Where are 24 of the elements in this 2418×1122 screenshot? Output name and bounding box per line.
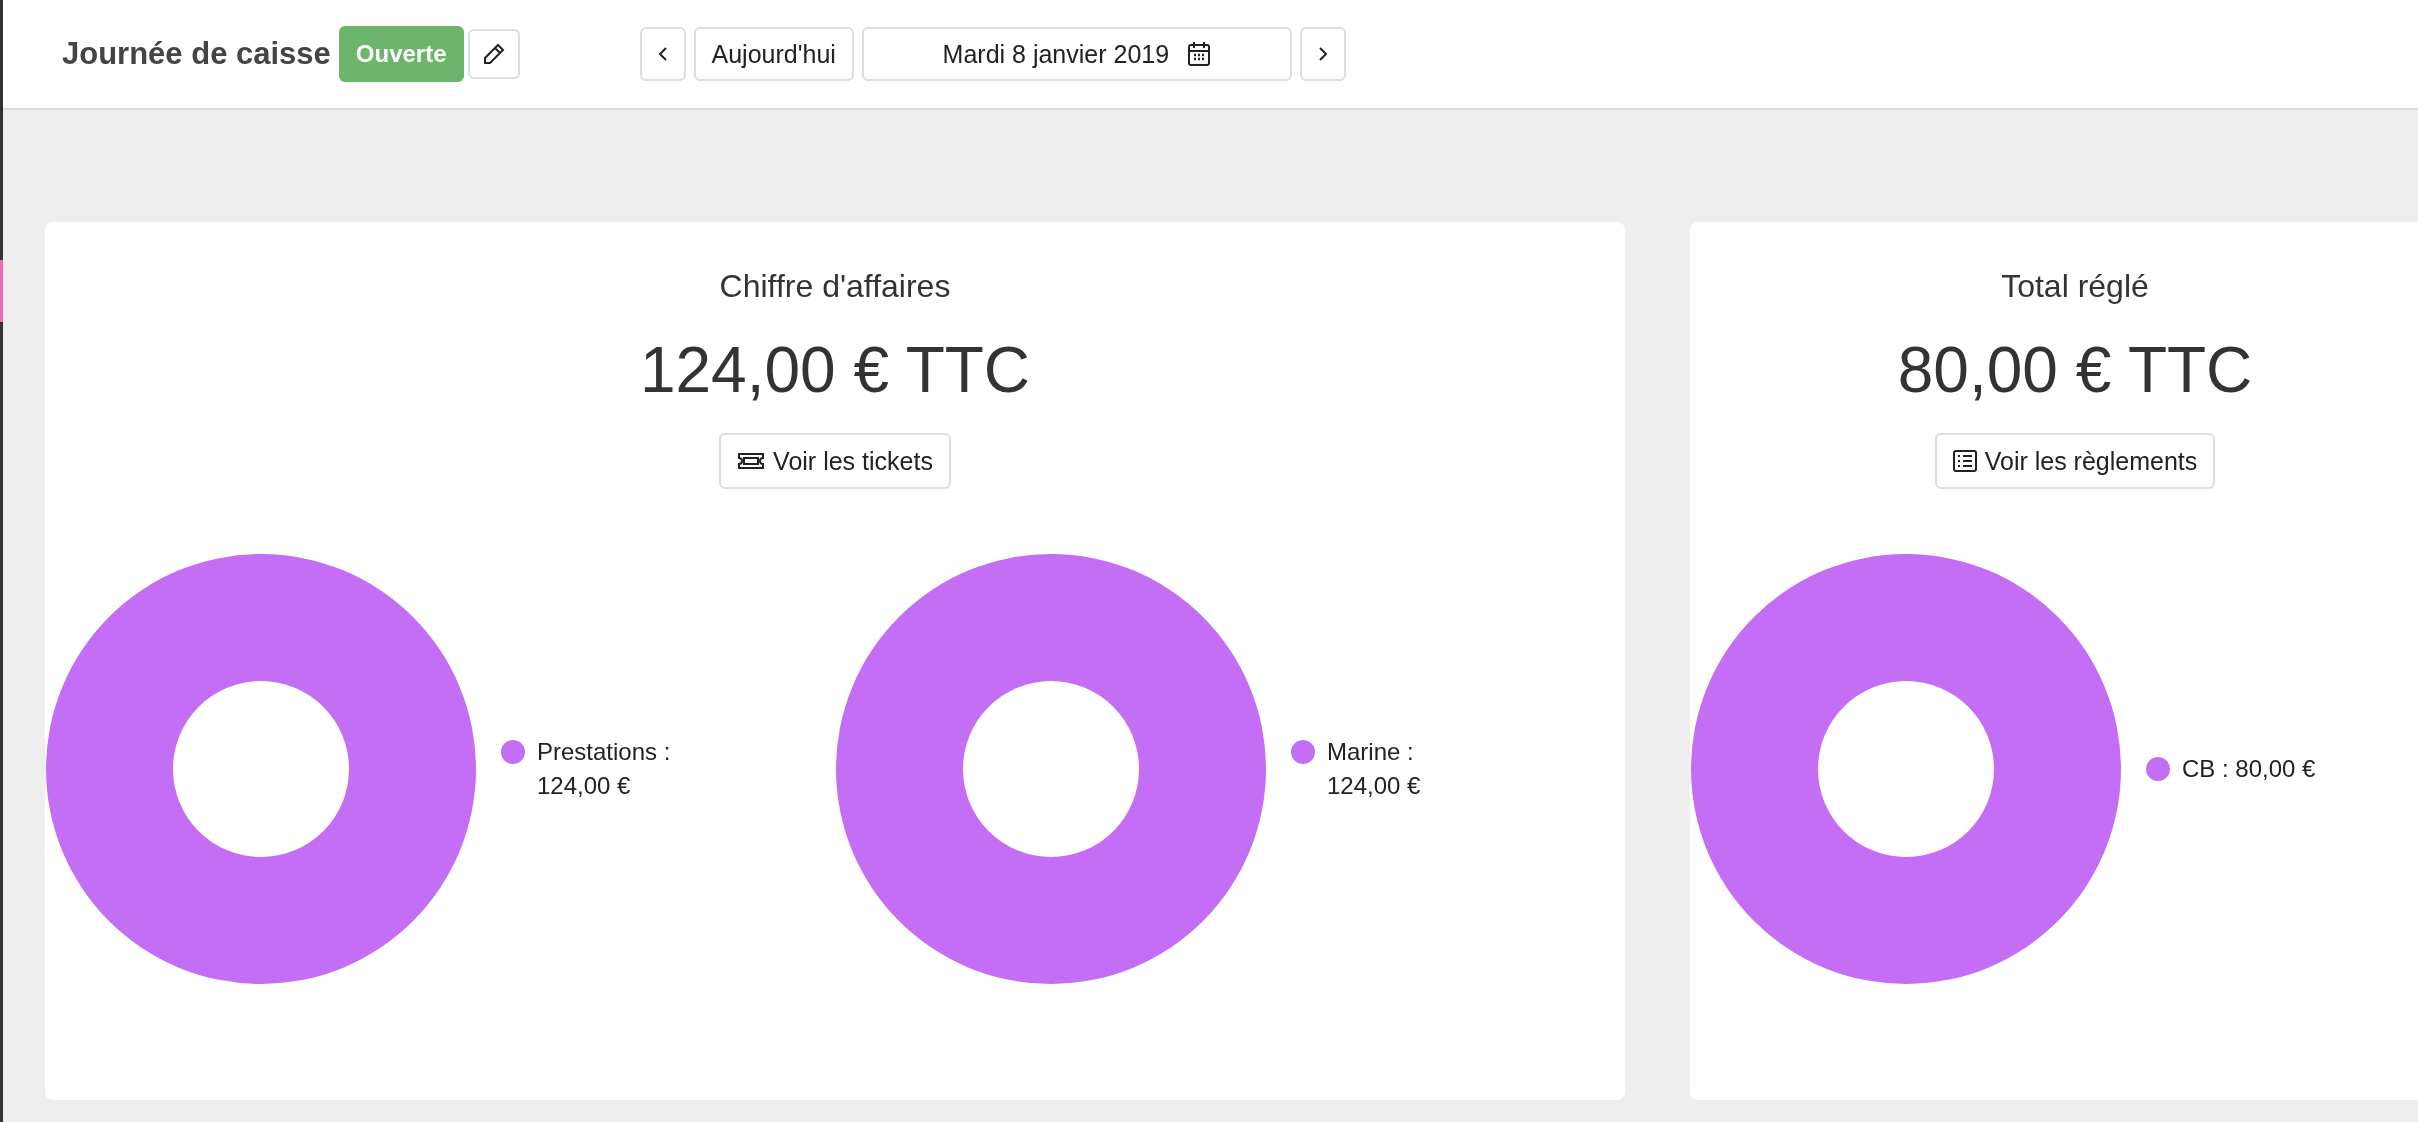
calendar-icon [1187,41,1212,67]
status-badge: Ouverte [338,26,464,82]
today-button[interactable]: Aujourd'hui [693,27,854,81]
card-title: Chiffre d'affaires [719,268,951,305]
amount-value: 80,00 € TTC [1897,333,2253,407]
chevron-right-icon [1317,46,1328,62]
legend-label: Marine : [1327,738,1415,766]
list-icon [1952,450,1977,472]
legend-label: CB : 80,00 € [2182,755,2316,783]
edit-button[interactable] [467,29,520,79]
pencil-icon [481,42,506,66]
date-picker-button[interactable]: Mardi 8 janvier 2019 [861,27,1292,81]
next-day-button[interactable] [1299,27,1346,81]
view-button[interactable]: Voir les règlements [1934,433,2216,489]
legend-value: 124,00 € [537,772,632,800]
page-title: Journée de caisse [62,36,331,72]
view-button[interactable]: Voir les tickets [719,433,951,489]
legend-label: Prestations : [537,738,671,766]
amount-value: 124,00 € TTC [639,333,1031,407]
legend-value: 124,00 € [1327,772,1421,800]
card-title: Total réglé [2001,268,2149,305]
ticket-icon [737,451,766,471]
chevron-left-icon [657,46,668,62]
previous-day-button[interactable] [639,27,686,81]
